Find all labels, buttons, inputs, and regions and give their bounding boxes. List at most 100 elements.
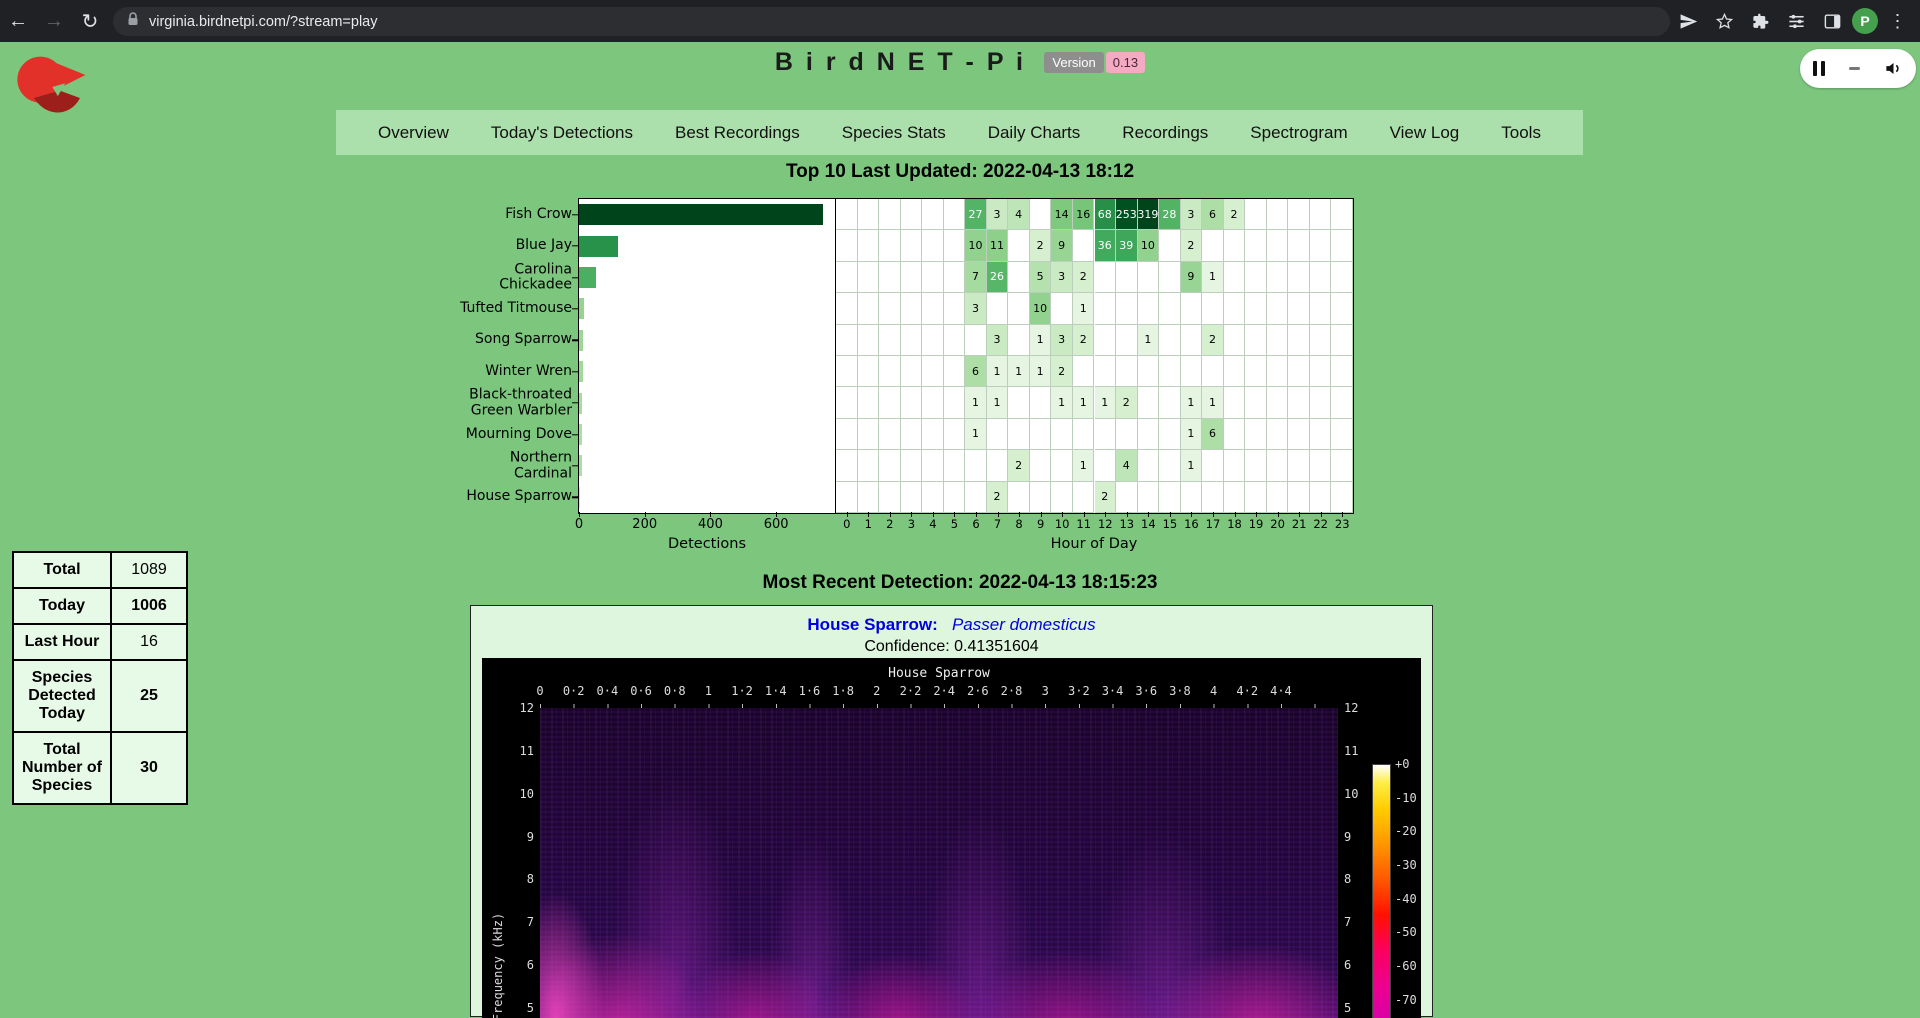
axis-tick bbox=[572, 434, 578, 435]
detections-bar bbox=[579, 424, 582, 445]
heatmap-cell bbox=[1116, 293, 1138, 324]
hour-tick-label: 5 bbox=[951, 517, 958, 531]
nav-item-recordings[interactable]: Recordings bbox=[1122, 123, 1208, 143]
hour-tick-label: 8 bbox=[1015, 517, 1022, 531]
nav-item-best-recordings[interactable]: Best Recordings bbox=[675, 123, 800, 143]
heatmap-cell bbox=[901, 419, 923, 450]
heatmap-cell: 26 bbox=[987, 262, 1009, 293]
heatmap-cell bbox=[858, 356, 880, 387]
extensions-puzzle-icon[interactable] bbox=[1744, 3, 1777, 39]
heatmap-cell bbox=[1267, 325, 1289, 356]
heatmap-cell: 1 bbox=[1030, 356, 1052, 387]
heatmap-cell bbox=[858, 387, 880, 418]
heatmap-cell: 1 bbox=[1202, 262, 1224, 293]
heatmap-cell bbox=[1224, 419, 1246, 450]
heatmap-cell: 68 bbox=[1095, 199, 1117, 230]
axis-tick bbox=[1213, 512, 1214, 517]
nav-item-overview[interactable]: Overview bbox=[378, 123, 449, 143]
bar-xaxis-label: Detections bbox=[668, 536, 746, 552]
audio-player[interactable] bbox=[1800, 49, 1916, 88]
heatmap-cell bbox=[901, 387, 923, 418]
heatmap-cell bbox=[987, 450, 1009, 481]
spectrogram-freq-tick: 11 bbox=[500, 744, 534, 758]
profile-avatar[interactable]: P bbox=[1852, 8, 1878, 34]
heatmap-cell: 36 bbox=[1095, 230, 1117, 261]
detections-bar bbox=[579, 298, 584, 319]
pause-icon[interactable] bbox=[1813, 61, 1825, 76]
heatmap-cell bbox=[836, 387, 858, 418]
heatmap-cell bbox=[1138, 293, 1160, 324]
stat-value[interactable]: 30 bbox=[111, 732, 187, 804]
axis-tick bbox=[911, 512, 912, 517]
heatmap-cell bbox=[944, 262, 966, 293]
bar-axis-tick-label: 400 bbox=[698, 517, 723, 532]
nav-item-species-stats[interactable]: Species Stats bbox=[842, 123, 946, 143]
heatmap-cell bbox=[1202, 450, 1224, 481]
nav-item-tools[interactable]: Tools bbox=[1501, 123, 1541, 143]
stat-value[interactable]: 25 bbox=[111, 660, 187, 732]
seek-track[interactable] bbox=[1849, 67, 1860, 70]
heatmap-cell: 9 bbox=[1051, 230, 1073, 261]
axis-tick bbox=[1235, 512, 1236, 517]
share-icon[interactable] bbox=[1672, 3, 1705, 39]
heatmap-cell bbox=[1095, 356, 1117, 387]
nav-item-view-log[interactable]: View Log bbox=[1390, 123, 1460, 143]
url-text[interactable]: virginia.birdnetpi.com/?stream=play bbox=[149, 14, 377, 30]
heatmap-cell bbox=[879, 325, 901, 356]
stats-row: Today1006 bbox=[13, 588, 187, 624]
top10-heading: Top 10 Last Updated: 2022-04-13 18:12 bbox=[0, 161, 1920, 183]
heatmap-cell bbox=[1159, 230, 1181, 261]
heatmap-cell bbox=[858, 419, 880, 450]
heatmap-cell: 9 bbox=[1181, 262, 1203, 293]
heatmap-cell bbox=[901, 230, 923, 261]
heatmap-cell bbox=[879, 387, 901, 418]
heatmap-cell bbox=[901, 482, 923, 513]
stats-row: Species Detected Today25 bbox=[13, 660, 187, 732]
detections-bar bbox=[579, 455, 582, 476]
heatmap-cell bbox=[1331, 199, 1353, 230]
heatmap-cell bbox=[965, 450, 987, 481]
heatmap-cell bbox=[1202, 293, 1224, 324]
hour-tick-label: 17 bbox=[1206, 517, 1221, 531]
heatmap-cell: 6 bbox=[1202, 199, 1224, 230]
heatmap-cell bbox=[1008, 482, 1030, 513]
lock-icon bbox=[127, 12, 139, 31]
axis-tick bbox=[954, 512, 955, 517]
species-latin-name[interactable]: Passer domesticus bbox=[952, 615, 1096, 634]
species-label: Blue Jay bbox=[422, 238, 572, 254]
side-panel-icon[interactable] bbox=[1816, 3, 1849, 39]
heatmap-cell: 10 bbox=[1138, 230, 1160, 261]
bookmark-star-icon[interactable] bbox=[1708, 3, 1741, 39]
refresh-icon[interactable]: ↻ bbox=[72, 3, 108, 39]
nav-item-daily-charts[interactable]: Daily Charts bbox=[988, 123, 1081, 143]
axis-tick bbox=[976, 512, 977, 517]
species-common-name[interactable]: House Sparrow: bbox=[807, 615, 937, 634]
stat-value[interactable]: 1006 bbox=[111, 588, 187, 624]
forward-icon[interactable]: → bbox=[36, 3, 72, 39]
heatmap-cell: 28 bbox=[1159, 199, 1181, 230]
heatmap-cell bbox=[944, 387, 966, 418]
heatmap-cell: 2 bbox=[1202, 325, 1224, 356]
tune-icon[interactable] bbox=[1780, 3, 1813, 39]
heatmap-cell bbox=[944, 325, 966, 356]
heatmap-cell bbox=[1159, 325, 1181, 356]
nav-item-spectrogram[interactable]: Spectrogram bbox=[1250, 123, 1347, 143]
axis-tick bbox=[1170, 512, 1171, 517]
heatmap-cell bbox=[1267, 199, 1289, 230]
back-icon[interactable]: ← bbox=[0, 3, 36, 39]
heatmap-cell: 1 bbox=[1181, 450, 1203, 481]
heatmap-cell bbox=[836, 325, 858, 356]
heatmap-cell bbox=[944, 199, 966, 230]
menu-dots-icon[interactable]: ⋮ bbox=[1881, 3, 1914, 39]
heatmap-cell bbox=[1095, 419, 1117, 450]
volume-icon[interactable] bbox=[1884, 59, 1903, 78]
nav-item-today-s-detections[interactable]: Today's Detections bbox=[491, 123, 633, 143]
hour-tick-label: 11 bbox=[1076, 517, 1091, 531]
address-bar[interactable]: virginia.birdnetpi.com/?stream=play bbox=[113, 7, 1670, 36]
axis-tick bbox=[847, 512, 848, 517]
heatmap-cell bbox=[922, 419, 944, 450]
heatmap-cell bbox=[1116, 356, 1138, 387]
spectrogram-plot bbox=[540, 708, 1338, 1018]
hour-tick-label: 1 bbox=[865, 517, 872, 531]
colorbar-tick-label: -40 bbox=[1395, 892, 1417, 906]
